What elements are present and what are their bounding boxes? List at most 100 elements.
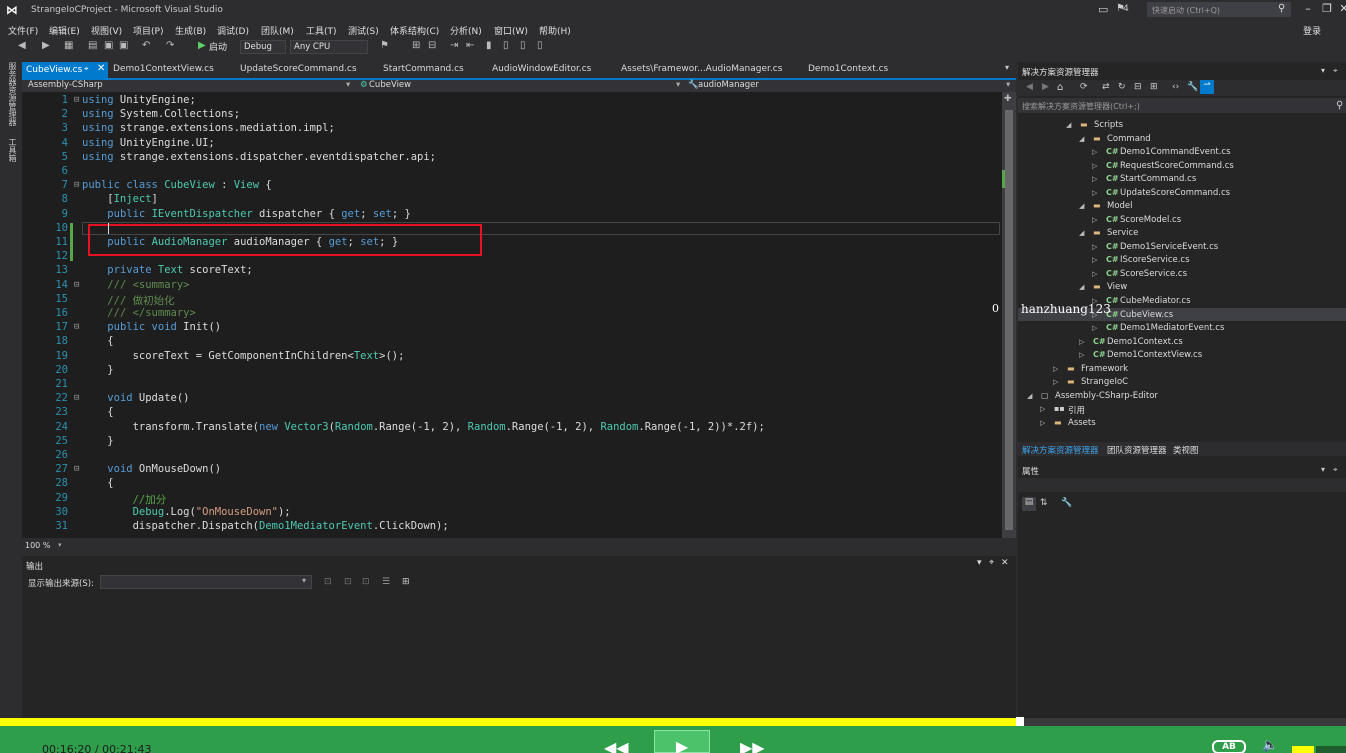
fold-icon[interactable]: ⊟ [74, 95, 79, 105]
collapsed-icon[interactable]: ▷ [1079, 351, 1084, 359]
project-dropdown[interactable]: Assembly-CSharp [28, 80, 103, 90]
expanded-icon[interactable]: ◢ [1079, 283, 1084, 291]
tree-item[interactable]: Framework [1081, 364, 1128, 374]
open-icon[interactable]: ▤ [88, 40, 97, 51]
tree-item[interactable]: Demo1CommandEvent.cs [1120, 147, 1231, 157]
chevron-down-icon[interactable]: ▾ [1321, 66, 1325, 75]
find-message-icon[interactable]: ⊡ [324, 577, 332, 587]
tree-item[interactable]: Scripts [1094, 120, 1123, 130]
rewind-icon[interactable]: ◀◀ [604, 738, 629, 753]
collapse-all-icon[interactable]: ⊟ [1134, 82, 1142, 92]
output-source-select[interactable] [100, 575, 312, 589]
chevron-down-icon[interactable]: ▾ [346, 80, 350, 90]
tree-item[interactable]: Demo1ServiceEvent.cs [1120, 242, 1218, 252]
pin-icon[interactable]: ⌖ [1333, 465, 1338, 475]
start-button[interactable]: 启动 [209, 40, 227, 53]
tab-updatescorecommand[interactable]: UpdateScoreCommand.cs [240, 64, 357, 74]
tree-item[interactable]: View [1107, 282, 1127, 292]
menu-file[interactable]: 文件(F) [8, 24, 38, 37]
word-wrap-icon[interactable]: ⊞ [402, 577, 410, 587]
pin-icon[interactable]: ⌖ [1333, 66, 1338, 76]
class-icon[interactable]: ⊟ [428, 40, 436, 51]
menu-architecture[interactable]: 体系结构(C) [390, 24, 439, 37]
collapsed-icon[interactable]: ▷ [1092, 216, 1097, 224]
fold-icon[interactable]: ⊟ [74, 180, 79, 190]
tree-item[interactable]: ScoreModel.cs [1120, 215, 1181, 225]
tree-item[interactable]: Service [1107, 228, 1138, 238]
chevron-down-icon[interactable]: ▾ [58, 541, 62, 549]
collapsed-icon[interactable]: ▷ [1053, 378, 1058, 386]
bookmark-next-icon[interactable]: ▯ [520, 40, 526, 51]
chevron-down-icon[interactable]: ▾ [977, 558, 982, 568]
menu-project[interactable]: 项目(P) [133, 24, 163, 37]
menu-analyze[interactable]: 分析(N) [450, 24, 482, 37]
chevron-down-icon[interactable]: ▾ [302, 576, 306, 585]
next-message-icon[interactable]: ⊡ [362, 577, 370, 587]
view-code-icon[interactable]: ‹› [1172, 82, 1179, 92]
tree-item[interactable]: StartCommand.cs [1120, 174, 1196, 184]
tree-item[interactable]: RequestScoreCommand.cs [1120, 161, 1234, 171]
expanded-icon[interactable]: ◢ [1066, 121, 1071, 129]
pin-icon[interactable]: ⌖ [989, 558, 994, 568]
preview-icon[interactable]: ⇀ [1200, 80, 1214, 94]
editor-scrollbar-thumb[interactable] [1005, 110, 1013, 530]
collapsed-icon[interactable]: ▷ [1040, 419, 1045, 427]
config-select[interactable]: Debug [240, 40, 286, 54]
back-icon[interactable]: ◀ [18, 40, 26, 51]
outdent-icon[interactable]: ⇤ [466, 40, 474, 51]
toolbox-tab[interactable]: 工具箱 [7, 138, 18, 162]
save-icon[interactable]: ▣ [104, 40, 113, 51]
bookmark-prev-icon[interactable]: ▯ [503, 40, 509, 51]
tab-class-view[interactable]: 类视图 [1173, 444, 1199, 456]
back-icon[interactable]: ◀ [1026, 82, 1033, 92]
tree-item[interactable]: ScoreService.cs [1120, 269, 1187, 279]
type-dropdown[interactable]: CubeView [369, 80, 411, 90]
find-icon[interactable]: ⚑ [380, 40, 389, 51]
quick-launch-input[interactable]: 快速启动 (Ctrl+Q) [1147, 2, 1291, 17]
menu-view[interactable]: 视图(V) [91, 24, 122, 37]
collapsed-icon[interactable]: ▷ [1092, 324, 1097, 332]
new-project-icon[interactable]: ▦ [64, 40, 73, 51]
tree-item[interactable]: StrangeIoC [1081, 377, 1128, 387]
search-icon[interactable]: ⚲ [1278, 3, 1285, 14]
tab-overflow-icon[interactable]: ▾ [1005, 63, 1009, 72]
close-icon[interactable]: ✕ [1334, 2, 1346, 17]
home-icon[interactable]: ⌂ [1057, 82, 1063, 93]
switch-view-icon[interactable]: ⇄ [1102, 82, 1110, 92]
collapsed-icon[interactable]: ▷ [1092, 256, 1097, 264]
categorized-icon[interactable]: ▤ [1022, 497, 1036, 511]
close-icon[interactable]: ✕ [1001, 558, 1009, 568]
volume-track[interactable] [1316, 746, 1346, 753]
menu-tools[interactable]: 工具(T) [306, 24, 337, 37]
bookmark-icon[interactable]: ▮ [486, 40, 492, 51]
tree-item[interactable]: Demo1MediatorEvent.cs [1120, 323, 1224, 333]
show-all-files-icon[interactable]: ⊞ [1150, 82, 1158, 92]
search-icon[interactable]: ⚲ [1336, 100, 1343, 111]
tab-audiomanager[interactable]: Assets\Framewor...AudioManager.cs [621, 64, 782, 74]
member-dropdown[interactable]: audioManager [698, 80, 759, 90]
play-button[interactable]: ▶ [654, 730, 710, 753]
tree-item[interactable]: Command [1107, 134, 1151, 144]
minimize-icon[interactable]: – [1298, 2, 1318, 17]
undo-icon[interactable]: ↶ [142, 40, 150, 51]
server-explorer-tab[interactable]: 服务器资源管理器 [7, 62, 18, 126]
tree-item[interactable]: Model [1107, 201, 1133, 211]
fold-icon[interactable]: ⊟ [74, 280, 79, 290]
menu-team[interactable]: 团队(M) [261, 24, 294, 37]
chevron-down-icon[interactable]: ▾ [1321, 465, 1325, 474]
tab-team-explorer[interactable]: 团队资源管理器 [1107, 444, 1167, 456]
refresh-icon[interactable]: ↻ [1118, 82, 1126, 92]
start-icon[interactable]: ▶ [198, 40, 206, 51]
ab-repeat-button[interactable]: AB [1212, 740, 1246, 753]
fold-icon[interactable]: ⊟ [74, 322, 79, 332]
volume-icon[interactable]: 🔈 [1262, 738, 1278, 753]
collapsed-icon[interactable]: ▷ [1079, 338, 1084, 346]
chevron-down-icon[interactable]: ▾ [1006, 80, 1010, 90]
menu-debug[interactable]: 调试(D) [217, 24, 249, 37]
collapsed-icon[interactable]: ▷ [1092, 148, 1097, 156]
expanded-icon[interactable]: ◢ [1027, 392, 1032, 400]
indent-icon[interactable]: ⇥ [450, 40, 458, 51]
sync-icon[interactable]: ⟳ [1080, 82, 1088, 92]
tree-item[interactable]: IScoreService.cs [1120, 255, 1190, 265]
tab-solution-explorer[interactable]: 解决方案资源管理器 [1022, 444, 1099, 456]
